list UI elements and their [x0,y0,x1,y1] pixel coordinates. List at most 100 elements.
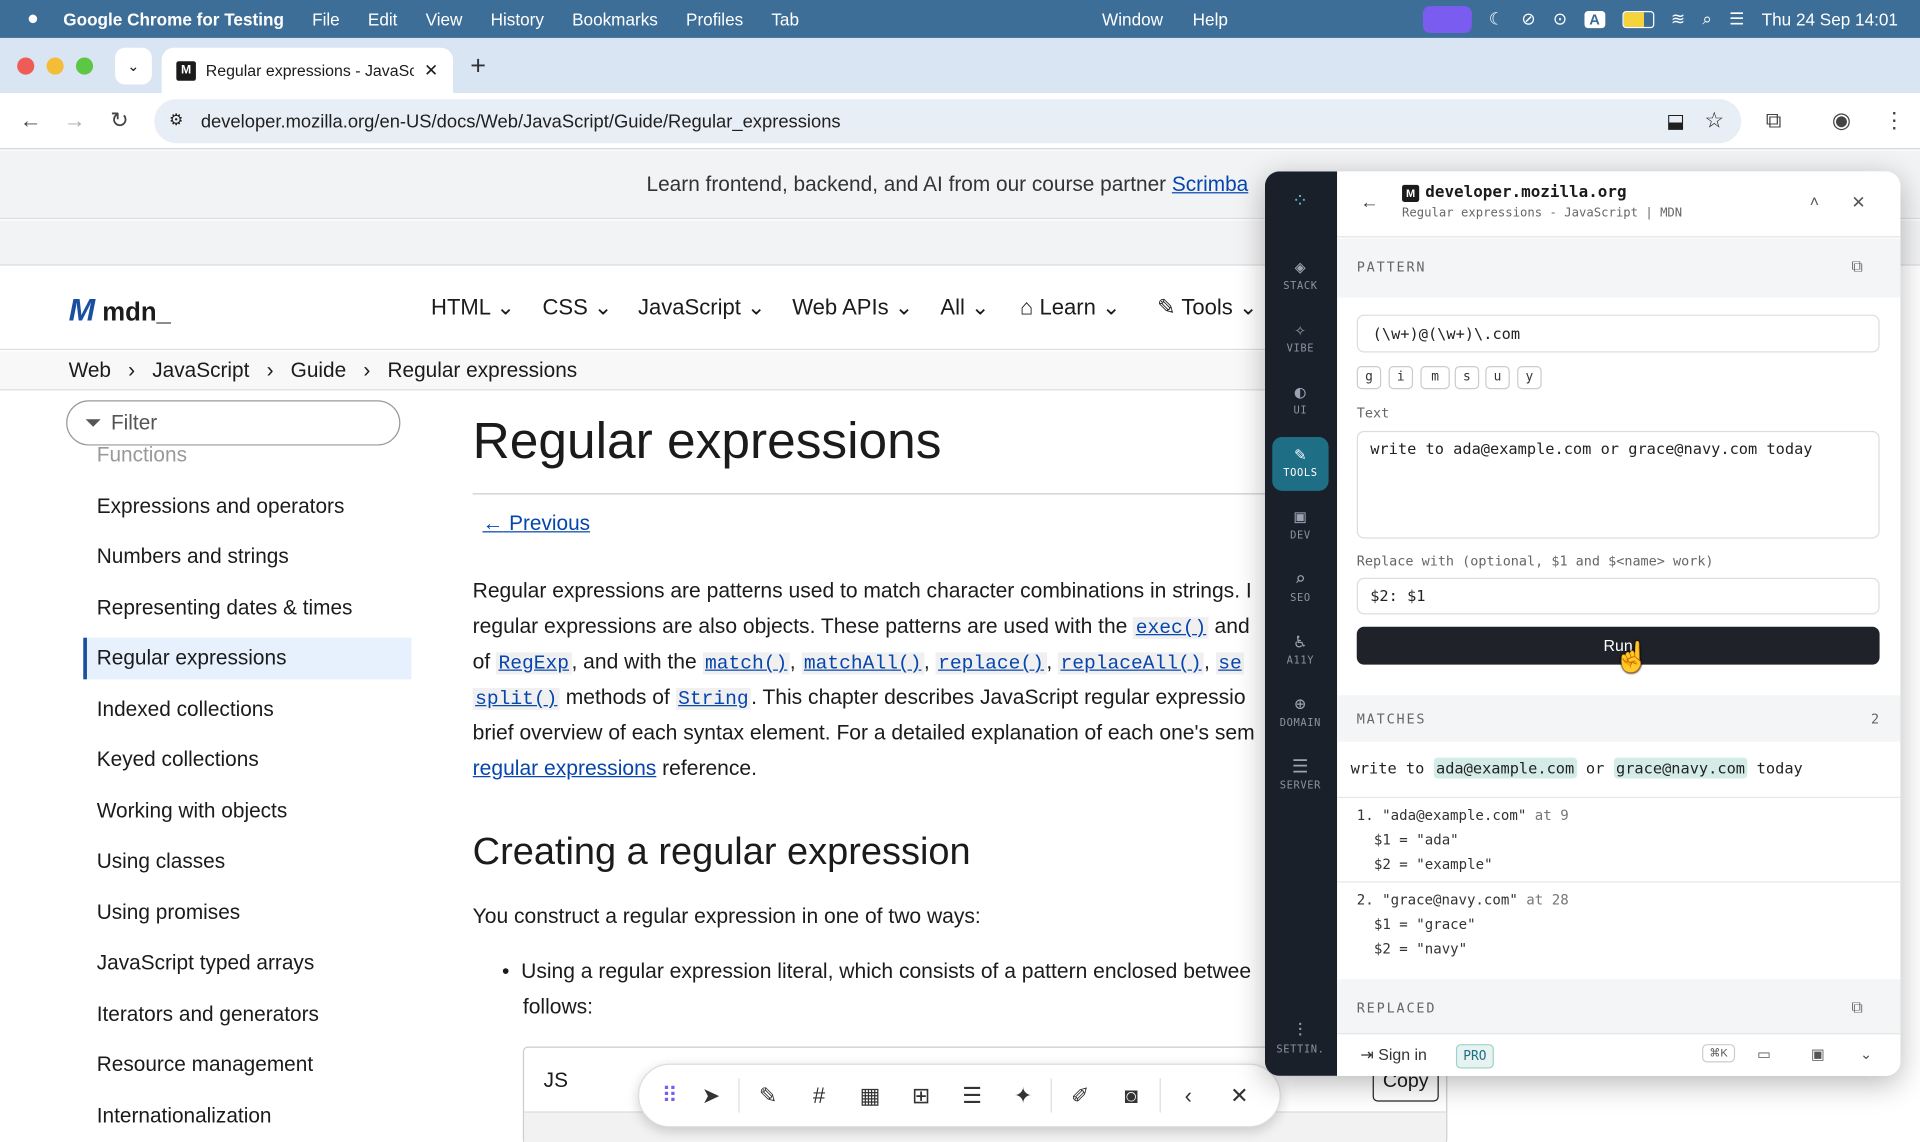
replace-input[interactable]: $2: $1 [1356,577,1880,615]
nav-learn[interactable]: ⌂ Learn ⌄ [1020,295,1120,321]
sidebar-item-classes[interactable]: Using classes [97,849,225,873]
close-tab-icon[interactable]: ✕ [424,60,438,81]
forward-icon[interactable]: → [64,108,86,132]
battery-icon[interactable] [1621,10,1654,28]
sync-icon[interactable]: ⊘ [1521,9,1535,30]
sidebar-item-expressions[interactable]: Expressions and operators [97,495,345,519]
table-icon[interactable]: ⊞ [896,1083,947,1109]
crumb-web[interactable]: Web [69,358,111,382]
menu-bookmarks[interactable]: Bookmarks [572,9,658,29]
matchall-link[interactable]: matchAll() [801,652,924,675]
sidebar-item-objects[interactable]: Working with objects [97,799,288,823]
flag-u[interactable]: u [1485,365,1510,390]
minimize-window-button[interactable] [46,57,64,75]
regexp-link[interactable]: RegExp [496,652,572,675]
rail-a11y[interactable]: ♿ A11Y [1272,624,1328,678]
play-icon[interactable]: ⊙ [1553,9,1567,30]
pattern-input[interactable]: (\w+)@(\w+)\.com [1356,314,1880,353]
crumb-guide[interactable]: Guide [291,358,347,382]
menu-view[interactable]: View [426,9,463,29]
screen-share-icon[interactable] [1422,5,1472,33]
sidebar-item-resource[interactable]: Resource management [97,1053,313,1077]
replaceall-link[interactable]: replaceAll() [1058,652,1205,675]
pro-badge[interactable]: PRO [1455,1044,1494,1069]
crumb-javascript[interactable]: JavaScript [152,358,249,382]
menu-profiles[interactable]: Profiles [686,9,743,29]
menu-window[interactable]: Window [1102,9,1163,29]
close-toolbar-icon[interactable]: ✕ [1214,1083,1265,1109]
menu-history[interactable]: History [491,9,544,29]
nav-css[interactable]: CSS ⌄ [542,295,612,321]
list-icon[interactable]: ☰ [947,1083,998,1109]
input-source-icon[interactable]: A [1584,10,1605,28]
sidebar-item-intl[interactable]: Internationalization [97,1104,272,1128]
sparkle-icon[interactable]: ✦ [998,1083,1049,1109]
zoom-window-button[interactable] [75,57,94,75]
moon-icon[interactable]: ☾ [1489,9,1504,30]
display-icon[interactable]: ▣ [1811,1045,1825,1062]
nav-web-apis[interactable]: Web APIs ⌄ [792,295,913,321]
reload-icon[interactable]: ↻ [110,108,128,132]
menu-tab[interactable]: Tab [771,9,799,29]
chrome-menu-icon[interactable]: ⋮ [1883,108,1905,132]
rail-domain[interactable]: ⊕ DOMAIN [1272,687,1328,741]
sidebar-item-regex[interactable]: Regular expressions [97,646,287,670]
sidebar-item-dates[interactable]: Representing dates & times [97,596,353,620]
rail-server[interactable]: ☰ SERVER [1272,749,1328,803]
rail-settings[interactable]: ⫶ SETTIN. [1272,1013,1328,1067]
address-bar[interactable]: ⚙ developer.mozilla.org/en-US/docs/Web/J… [154,99,1742,144]
close-window-button[interactable] [17,57,35,75]
sidebar-item-promises[interactable]: Using promises [97,901,240,925]
flag-s[interactable]: s [1454,365,1480,390]
replace-link[interactable]: replace() [935,652,1047,675]
drag-handle-icon[interactable]: ⠿ [654,1083,686,1109]
sidebar-item-typed-arrays[interactable]: JavaScript typed arrays [97,951,315,975]
split-link[interactable]: split() [472,687,560,710]
site-info-icon[interactable]: ⚙ [169,110,183,130]
profile-icon[interactable]: ◉ [1832,108,1851,132]
sidebar-item-indexed[interactable]: Indexed collections [97,698,274,722]
collapse-icon[interactable]: ‹ [1163,1083,1214,1109]
chevron-down-icon[interactable]: ⌄ [1860,1045,1872,1062]
flag-g[interactable]: g [1356,365,1382,390]
install-app-icon[interactable]: ⬓ [1666,109,1685,133]
menu-file[interactable]: File [312,9,340,29]
mdn-logo[interactable]: M mdn_ [69,291,171,329]
wifi-icon[interactable]: ≋ [1671,9,1685,30]
nav-all[interactable]: All ⌄ [940,295,989,321]
grid-hash-icon[interactable]: # [794,1083,845,1109]
shortcut-badge[interactable]: ⌘K [1702,1044,1736,1063]
active-tab[interactable]: M Regular expressions - JavaSc ✕ [161,47,454,94]
new-tab-button[interactable]: + [470,50,486,82]
flag-y[interactable]: y [1517,365,1542,390]
text-input[interactable]: write to ada@example.com or grace@navy.c… [1356,430,1880,539]
menu-app-name[interactable]: Google Chrome for Testing [63,9,284,29]
copy-pattern-icon[interactable]: ⧉ [1851,257,1862,277]
rail-vibe[interactable]: ✧ VIBE [1272,312,1328,366]
regex-reference-link[interactable]: regular expressions [473,755,657,779]
inbox-icon[interactable]: ▭ [1757,1045,1771,1062]
sidebar-item-keyed[interactable]: Keyed collections [97,748,259,772]
control-center-icon[interactable]: ☰ [1729,9,1744,30]
rail-tools[interactable]: ✎ TOOLS [1272,436,1329,491]
spotlight-icon[interactable]: ⌕ [1702,9,1712,30]
sidebar-item-iterators[interactable]: Iterators and generators [97,1002,319,1026]
rail-seo[interactable]: ⌕ SEO [1272,562,1328,616]
string-link[interactable]: String [675,687,752,710]
ruler-icon[interactable]: ✎ [743,1083,794,1109]
apple-icon[interactable]: ● [27,8,39,30]
camera-icon[interactable]: ◙ [1106,1083,1157,1109]
search-link[interactable]: se [1215,652,1245,675]
nav-html[interactable]: HTML ⌄ [431,295,515,321]
exec-link[interactable]: exec() [1133,616,1209,639]
bookmark-star-icon[interactable]: ☆ [1704,108,1724,134]
nav-javascript[interactable]: JavaScript ⌄ [638,295,766,321]
sidebar-item-functions[interactable]: Functions [97,446,187,468]
rail-stack[interactable]: ◈ STACK [1272,250,1328,304]
flag-m[interactable]: m [1420,365,1450,390]
close-panel-icon[interactable]: ✕ [1851,192,1865,213]
sign-in-button[interactable]: ⇥ Sign in [1360,1045,1426,1065]
crumb-current[interactable]: Regular expressions [387,358,577,382]
sidebar-filter-input[interactable]: ⏷ Filter [66,400,401,446]
menu-edit[interactable]: Edit [368,9,398,29]
